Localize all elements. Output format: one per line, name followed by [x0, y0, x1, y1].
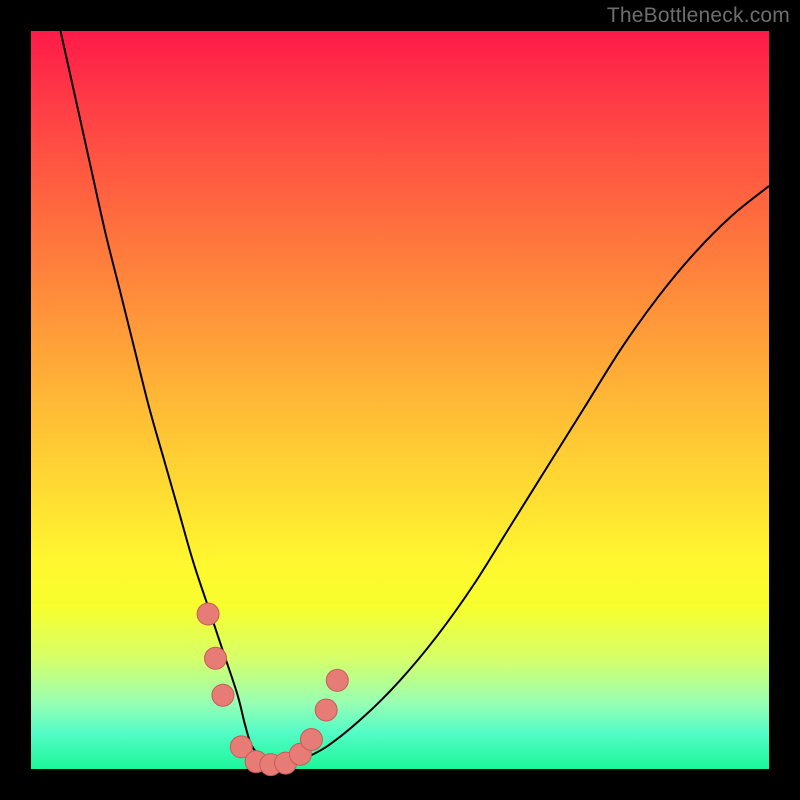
marker-group — [197, 603, 348, 776]
watermark-text: TheBottleneck.com — [607, 4, 790, 28]
data-marker — [300, 729, 322, 751]
data-marker — [326, 669, 348, 691]
curve-layer — [31, 31, 769, 769]
bottleneck-curve — [61, 31, 770, 765]
data-marker — [197, 603, 219, 625]
data-marker — [205, 647, 227, 669]
data-marker — [315, 699, 337, 721]
outer-frame: TheBottleneck.com — [0, 0, 800, 800]
data-marker — [212, 684, 234, 706]
plot-area — [31, 31, 769, 769]
